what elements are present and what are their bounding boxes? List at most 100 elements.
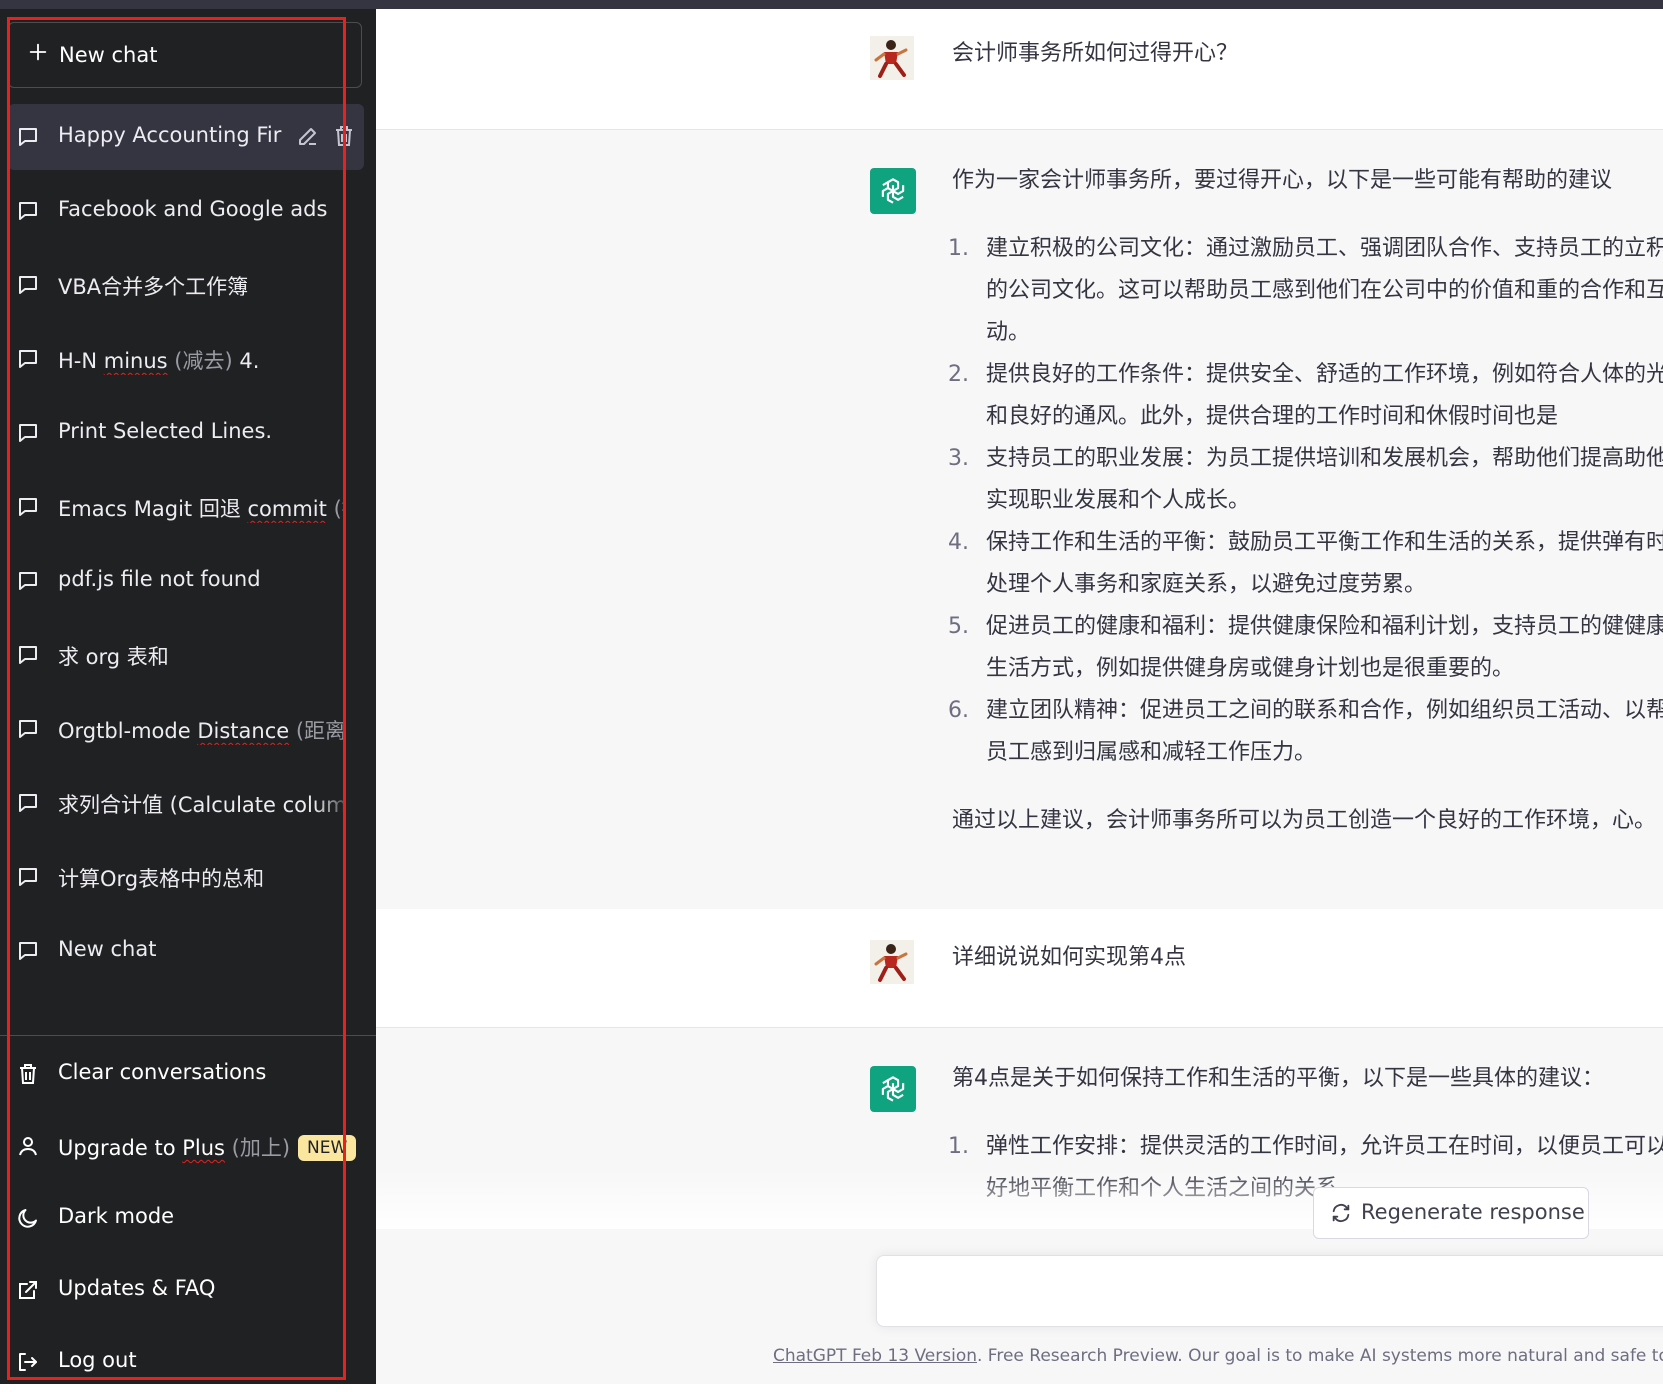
message-intro: 作为一家会计师事务所，要过得开心，以下是一些可能有帮助的建议: [952, 168, 1613, 193]
external-link-icon: [19, 1281, 37, 1299]
user-message: 详细说说如何实现第4点: [376, 909, 1663, 1027]
chat-item[interactable]: Emacs Magit 回退 commit (提: [0, 474, 364, 540]
list-text: 促进员工的健康和福利：提供健康保险和福利计划，支持员工的健健康的生活方式，例如提…: [986, 614, 1663, 681]
sidebar: New chat Happy Accounting Fir Facebook a…: [0, 0, 376, 1384]
message-outro: 通过以上建议，会计师事务所可以为员工创造一个良好的工作环境，心。: [952, 808, 1657, 833]
trash-icon[interactable]: [332, 124, 356, 148]
list-number: 2.: [948, 362, 969, 387]
chat-item-title: H-N minus (减去) 4.: [58, 345, 344, 375]
edit-icon[interactable]: [296, 124, 320, 148]
chat-item-title: pdf.js file not found: [58, 567, 261, 591]
list-number: 5.: [948, 614, 969, 639]
openai-logo-icon: [870, 1066, 916, 1112]
message-input[interactable]: [876, 1255, 1663, 1327]
chat-item[interactable]: H-N minus (减去) 4.: [0, 326, 364, 392]
chat-item-title: 求 org 表和: [58, 645, 169, 669]
title-part: 4.: [232, 349, 260, 373]
upgrade-plus-button[interactable]: Upgrade to Plus (加上) NEW: [0, 1116, 364, 1176]
chat-item[interactable]: Print Selected Lines.: [0, 400, 364, 466]
chat-bubble-icon: [19, 202, 37, 220]
list-item: 5. 促进员工的健康和福利：提供健康保险和福利计划，支持员工的健健康的生活方式，例…: [948, 606, 1663, 690]
chat-item[interactable]: New chat: [0, 918, 364, 984]
footer-note: ChatGPT Feb 13 Version. Free Research Pr…: [773, 1346, 1663, 1366]
message-text: 会计师事务所如何过得开心？: [952, 41, 1239, 66]
chat-item[interactable]: pdf.js file not found: [0, 548, 364, 614]
title-fade: [314, 780, 354, 826]
regenerate-response-button[interactable]: Regenerate response: [1313, 1187, 1589, 1239]
list-item: 1. 建立积极的公司文化：通过激励员工、强调团队合作、支持员工的立积极的公司文化。…: [948, 228, 1663, 354]
chat-bubble-icon: [19, 720, 37, 738]
chat-item-title: Facebook and Google ads: [58, 197, 328, 221]
chat-item-title: Happy Accounting Fir: [58, 123, 282, 147]
version-link[interactable]: ChatGPT Feb 13 Version: [773, 1346, 977, 1366]
list-text: 支持员工的职业发展：为员工提供培训和发展机会，帮助他们提高助他们实现职业发展和个…: [986, 446, 1663, 513]
upgrade-label: Upgrade to Plus (加上) NEW: [58, 1132, 357, 1162]
upgrade-translation: (加上): [224, 1136, 291, 1160]
chat-bubble-icon: [19, 942, 37, 960]
chat-item-title: VBA合并多个工作簿: [58, 275, 249, 299]
spellcheck-word: commit: [247, 497, 327, 521]
list-text: 提供良好的工作条件：提供安全、舒适的工作环境，例如符合人体的光线和良好的通风。此…: [986, 362, 1663, 429]
chat-item[interactable]: Facebook and Google ads: [0, 178, 364, 244]
updates-faq-link[interactable]: Updates & FAQ: [0, 1260, 364, 1320]
chat-bubble-icon: [19, 276, 37, 294]
list-number: 3.: [948, 446, 969, 471]
list-text: 建立团队精神：促进员工之间的联系和合作，例如组织员工活动、以帮助员工感到归属感和…: [986, 698, 1663, 765]
dark-mode-button[interactable]: Dark mode: [0, 1188, 364, 1248]
chat-item-title: Orgtbl-mode Distance (距离): [58, 715, 344, 745]
chat-item[interactable]: 求列合计值 (Calculate column: [0, 770, 364, 836]
log-out-label: Log out: [58, 1348, 137, 1372]
list-text: 保持工作和生活的平衡：鼓励员工平衡工作和生活的关系，提供弹有时间处理个人事务和家…: [986, 530, 1663, 597]
logout-icon: [19, 1353, 37, 1371]
user-avatar: [870, 940, 914, 984]
new-badge: NEW: [298, 1135, 357, 1161]
chat-bubble-icon: [19, 646, 37, 664]
list-item: 6. 建立团队精神：促进员工之间的联系和合作，例如组织员工活动、以帮助员工感到归属…: [948, 690, 1663, 774]
list-number: 6.: [948, 698, 969, 723]
dark-mode-label: Dark mode: [58, 1204, 175, 1228]
user-icon: [19, 1137, 37, 1156]
chat-item[interactable]: Orgtbl-mode Distance (距离): [0, 696, 364, 762]
title-translation: (提: [333, 497, 344, 521]
user-message: 会计师事务所如何过得开心？: [376, 9, 1663, 129]
top-bar: [0, 0, 1663, 9]
message-intro: 第4点是关于如何保持工作和生活的平衡，以下是一些具体的建议：: [952, 1066, 1604, 1091]
chat-item-title: Print Selected Lines.: [58, 419, 273, 443]
footer-text: . Free Research Preview. Our goal is to …: [977, 1346, 1663, 1366]
list-number: 4.: [948, 530, 969, 555]
chat-item-title: 计算Org表格中的总和: [58, 867, 265, 891]
chat-item[interactable]: 计算Org表格中的总和: [0, 844, 364, 910]
list-number: 1.: [948, 1134, 969, 1159]
sidebar-divider: [0, 1035, 376, 1036]
chat-item-active[interactable]: Happy Accounting Fir: [8, 104, 364, 170]
title-translation: (距离): [295, 719, 344, 743]
moon-icon: [18, 1209, 37, 1228]
title-translation: (减去): [167, 349, 233, 373]
upgrade-text: Upgrade to: [58, 1136, 183, 1160]
chat-bubble-icon: [19, 868, 37, 886]
updates-faq-label: Updates & FAQ: [58, 1276, 216, 1300]
title-part: Emacs Magit 回退: [58, 497, 248, 521]
spellcheck-word: minus: [103, 349, 168, 373]
clear-conversations-label: Clear conversations: [58, 1060, 267, 1084]
chat-bubble-icon: [19, 350, 37, 368]
chat-item-title: Emacs Magit 回退 commit (提: [58, 493, 344, 523]
log-out-button[interactable]: Log out: [0, 1332, 364, 1392]
trash-icon: [20, 1064, 36, 1084]
chat-item[interactable]: VBA合并多个工作簿: [0, 252, 364, 318]
chat-item[interactable]: 求 org 表和: [0, 622, 364, 688]
chat-bubble-icon: [19, 572, 37, 590]
new-chat-label: New chat: [59, 43, 158, 67]
spellcheck-word: Plus: [182, 1136, 225, 1160]
plus-icon: [29, 43, 47, 61]
list-item: 2. 提供良好的工作条件：提供安全、舒适的工作环境，例如符合人体的光线和良好的通风…: [948, 354, 1663, 438]
assistant-message: 作为一家会计师事务所，要过得开心，以下是一些可能有帮助的建议 1. 建立积极的公司…: [376, 129, 1663, 911]
list-item: 4. 保持工作和生活的平衡：鼓励员工平衡工作和生活的关系，提供弹有时间处理个人事务…: [948, 522, 1663, 606]
clear-conversations-button[interactable]: Clear conversations: [0, 1044, 364, 1104]
new-chat-button[interactable]: New chat: [8, 22, 362, 88]
spellcheck-word: Distance: [197, 719, 290, 743]
openai-logo-icon: [870, 168, 916, 214]
message-text: 详细说说如何实现第4点: [952, 945, 1186, 970]
list-item: 3. 支持员工的职业发展：为员工提供培训和发展机会，帮助他们提高助他们实现职业发展…: [948, 438, 1663, 522]
chat-bubble-icon: [19, 128, 37, 146]
